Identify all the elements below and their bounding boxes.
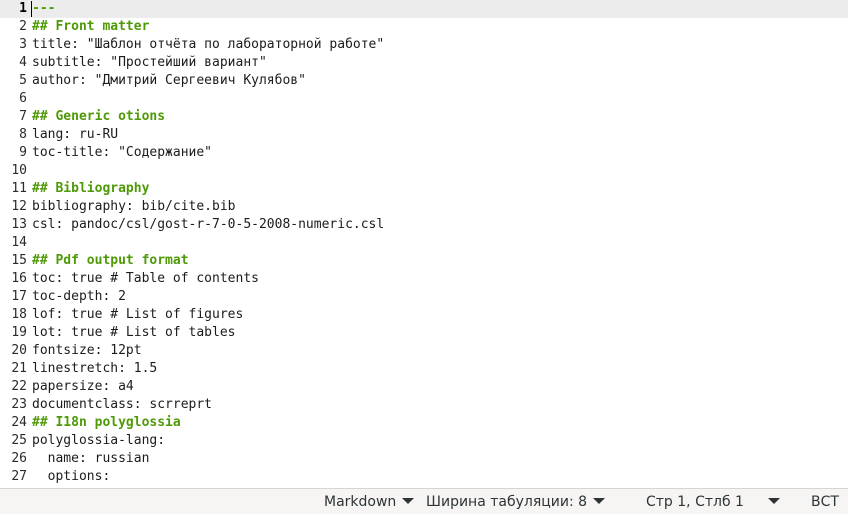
line-text: --- bbox=[32, 1, 56, 16]
line-text: ## Generic otions bbox=[32, 109, 166, 124]
line-text: toc-depth: 2 bbox=[32, 289, 126, 304]
text-editor-area[interactable]: 1 --- 2 ## Front matter 3 title: "Шаблон отчё… bbox=[0, 0, 848, 488]
line-number: 26 bbox=[11, 451, 27, 466]
line-text: ## Pdf output format bbox=[32, 253, 189, 268]
line-number: 13 bbox=[11, 217, 27, 232]
line-number: 27 bbox=[11, 469, 27, 484]
line-number: 3 bbox=[19, 37, 27, 52]
line-text: toc-title: "Содержание" bbox=[32, 145, 213, 160]
line-number: 18 bbox=[11, 307, 27, 322]
position-menu-button[interactable] bbox=[768, 489, 780, 514]
line-number: 8 bbox=[19, 127, 27, 142]
line-number: 23 bbox=[11, 397, 27, 412]
line-number: 11 bbox=[11, 181, 27, 196]
cursor-position-label: Стр 1, Стлб 1 bbox=[646, 494, 744, 510]
line-number: 24 bbox=[11, 415, 27, 430]
line-number: 22 bbox=[11, 379, 27, 394]
editor-line[interactable]: 10 bbox=[0, 162, 848, 180]
text-cursor bbox=[31, 1, 32, 17]
line-text: documentclass: scrreprt bbox=[32, 397, 213, 412]
chevron-down-icon bbox=[768, 498, 780, 504]
chevron-down-icon bbox=[593, 498, 606, 504]
line-number: 15 bbox=[11, 253, 27, 268]
editor-line[interactable]: 13 csl: pandoc/csl/gost-r-7-0-5-2008-nume… bbox=[0, 216, 848, 234]
line-number: 1 bbox=[19, 1, 27, 16]
line-text: papersize: a4 bbox=[32, 379, 134, 394]
editor-line[interactable]: 4 subtitle: "Простейший вариант" bbox=[0, 54, 848, 72]
line-number: 7 bbox=[19, 109, 27, 124]
editor-line[interactable]: 5 author: "Дмитрий Сергеевич Кулябов" bbox=[0, 72, 848, 90]
line-text: bibliography: bib/cite.bib bbox=[32, 199, 236, 214]
editor-line[interactable]: 22 papersize: a4 bbox=[0, 378, 848, 396]
editor-line[interactable]: 25 polyglossia-lang: bbox=[0, 432, 848, 450]
editor-line[interactable]: 7 ## Generic otions bbox=[0, 108, 848, 126]
line-text: ## Front matter bbox=[32, 19, 150, 34]
line-text: fontsize: 12pt bbox=[32, 343, 142, 358]
line-text: lof: true # List of figures bbox=[32, 307, 244, 322]
line-text: lot: true # List of tables bbox=[32, 325, 236, 340]
line-number: 20 bbox=[11, 343, 27, 358]
editor-line[interactable]: 17 toc-depth: 2 bbox=[0, 288, 848, 306]
line-number: 10 bbox=[11, 163, 27, 178]
editor-line[interactable]: 16 toc: true # Table of contents bbox=[0, 270, 848, 288]
line-number: 14 bbox=[11, 235, 27, 250]
line-number: 16 bbox=[11, 271, 27, 286]
line-text: lang: ru-RU bbox=[32, 127, 119, 142]
line-text: name: russian bbox=[32, 451, 150, 466]
line-number: 17 bbox=[11, 289, 27, 304]
line-text: author: "Дмитрий Сергеевич Кулябов" bbox=[32, 73, 306, 88]
line-number: 19 bbox=[11, 325, 27, 340]
editor-line[interactable]: 18 lof: true # List of figures bbox=[0, 306, 848, 324]
line-number: 5 bbox=[19, 73, 27, 88]
editor-line[interactable]: 15 ## Pdf output format bbox=[0, 252, 848, 270]
editor-line[interactable]: 27 options: bbox=[0, 468, 848, 486]
language-selector[interactable]: Markdown bbox=[324, 489, 415, 514]
status-bar: Markdown Ширина табуляции: 8 Стр 1, Стлб… bbox=[0, 488, 848, 514]
chevron-down-icon bbox=[402, 498, 415, 504]
insert-mode-label: ВСТ bbox=[811, 494, 839, 510]
editor-line[interactable]: 19 lot: true # List of tables bbox=[0, 324, 848, 342]
editor-line[interactable]: 23 documentclass: scrreprt bbox=[0, 396, 848, 414]
language-label: Markdown bbox=[324, 494, 397, 510]
cursor-position[interactable]: Стр 1, Стлб 1 bbox=[646, 489, 744, 514]
editor-line[interactable]: 8 lang: ru-RU bbox=[0, 126, 848, 144]
editor-line[interactable]: 14 bbox=[0, 234, 848, 252]
insert-mode-indicator[interactable]: ВСТ bbox=[811, 489, 839, 514]
line-number: 6 bbox=[19, 91, 27, 106]
editor-line[interactable]: 6 bbox=[0, 90, 848, 108]
line-number: 12 bbox=[11, 199, 27, 214]
line-number: 4 bbox=[19, 55, 27, 70]
line-text: subtitle: "Простейший вариант" bbox=[32, 55, 267, 70]
tab-width-label: Ширина табуляции: 8 bbox=[426, 494, 588, 510]
editor-line[interactable]: 20 fontsize: 12pt bbox=[0, 342, 848, 360]
line-number: 21 bbox=[11, 361, 27, 376]
tab-width-selector[interactable]: Ширина табуляции: 8 bbox=[426, 489, 606, 514]
line-text: polyglossia-lang: bbox=[32, 433, 166, 448]
line-number: 2 bbox=[19, 19, 27, 34]
line-text: csl: pandoc/csl/gost-r-7-0-5-2008-numeri… bbox=[32, 217, 385, 232]
editor-line[interactable]: 26 name: russian bbox=[0, 450, 848, 468]
line-text: ## Bibliography bbox=[32, 181, 150, 196]
line-number: 25 bbox=[11, 433, 27, 448]
editor-line[interactable]: 12 bibliography: bib/cite.bib bbox=[0, 198, 848, 216]
line-number: 9 bbox=[19, 145, 27, 160]
line-text: title: "Шаблон отчёта по лабораторной ра… bbox=[32, 37, 385, 52]
editor-line[interactable]: 24 ## I18n polyglossia bbox=[0, 414, 848, 432]
editor-line[interactable]: 2 ## Front matter bbox=[0, 18, 848, 36]
editor-line[interactable]: 1 --- bbox=[0, 0, 848, 18]
line-text: ## I18n polyglossia bbox=[32, 415, 181, 430]
editor-line[interactable]: 21 linestretch: 1.5 bbox=[0, 360, 848, 378]
editor-line[interactable]: 11 ## Bibliography bbox=[0, 180, 848, 198]
editor-line[interactable]: 9 toc-title: "Содержание" bbox=[0, 144, 848, 162]
line-text: linestretch: 1.5 bbox=[32, 361, 158, 376]
line-text: toc: true # Table of contents bbox=[32, 271, 259, 286]
line-text: options: bbox=[32, 469, 111, 484]
editor-line[interactable]: 3 title: "Шаблон отчёта по лабораторной р… bbox=[0, 36, 848, 54]
